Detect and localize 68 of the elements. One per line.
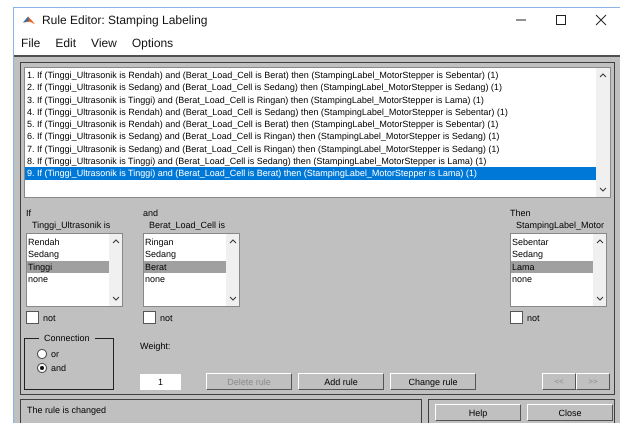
membership-list[interactable]: Sebentar Sedang Lama none bbox=[510, 233, 607, 307]
weight-field[interactable]: 1 bbox=[140, 374, 181, 390]
scroll-down-icon[interactable] bbox=[228, 296, 236, 302]
window-title: Rule Editor: Stamping Labeling bbox=[42, 12, 208, 26]
menu-item[interactable]: View bbox=[91, 36, 117, 50]
rule-item[interactable]: 3. If (Tinggi_Ultrasonik is Tinggi) and (Berat_Load_Cell is Ringan) then (StampingLabel_MotorStepper is Lama) (1) bbox=[25, 94, 596, 106]
variable-name: Berat_Load_Cell is bbox=[148, 219, 226, 231]
maximize-icon[interactable] bbox=[555, 14, 567, 26]
list-option[interactable]: Sedang bbox=[144, 248, 226, 261]
variable-keyword: Then bbox=[510, 207, 532, 219]
menu-item[interactable]: File bbox=[21, 36, 40, 50]
list-option[interactable]: Rendah bbox=[27, 236, 109, 248]
group-title: Connection bbox=[39, 333, 95, 343]
list-option[interactable]: Berat bbox=[144, 260, 226, 273]
membership-list[interactable]: Ringan Sedang Berat none bbox=[143, 233, 240, 307]
rule-item[interactable]: 6. If (Tinggi_Ultrasonik is Sedang) and (Berat_Load_Cell is Ringan) then (StampingLabel_MotorStepper is Sedang) (1) bbox=[25, 130, 596, 143]
scroll-up-icon[interactable] bbox=[228, 238, 236, 244]
radio-label: and bbox=[51, 363, 66, 373]
list-option[interactable]: Lama bbox=[511, 260, 593, 273]
radio-label: or bbox=[51, 349, 60, 359]
list-option[interactable]: Sedang bbox=[27, 248, 109, 261]
footer-button[interactable]: Help bbox=[435, 404, 521, 421]
rule-item[interactable]: 2. If (Tinggi_Ultrasonik is Sedang) and (Berat_Load_Cell is Sedang) then (StampingLabel_MotorStepper is Sedang) (1) bbox=[25, 81, 596, 94]
variable-name: StampingLabel_Motor bbox=[515, 219, 606, 231]
rule-button[interactable]: Add rule bbox=[298, 373, 384, 390]
rule-item[interactable]: 4. If (Tinggi_Ultrasonik is Rendah) and (Berat_Load_Cell is Sedang) then (StampingLabel_MotorStepper is Sebentar) (1) bbox=[25, 106, 596, 118]
rule-item[interactable]: 8. If (Tinggi_Ultrasonik is Tinggi) and (Berat_Load_Cell is Sedang) then (StampingLabel_MotorStepper is Lama) (1) bbox=[25, 155, 596, 168]
list-option[interactable]: none bbox=[511, 272, 593, 286]
membership-list[interactable]: Rendah Sedang Tinggi none bbox=[26, 233, 123, 307]
scroll-up-icon[interactable] bbox=[596, 238, 604, 244]
menu-item[interactable]: Edit bbox=[55, 36, 76, 50]
not-checkbox[interactable] bbox=[26, 311, 39, 324]
radio-button[interactable] bbox=[37, 349, 47, 359]
rule-item[interactable]: 1. If (Tinggi_Ultrasonik is Rendah) and (Berat_Load_Cell is Berat) then (StampingLabel_MotorStepper is Sebentar) (1) bbox=[25, 69, 596, 82]
scrollbar[interactable] bbox=[226, 234, 239, 306]
list-option[interactable]: Sedang bbox=[511, 248, 593, 261]
rule-button[interactable]: Change rule bbox=[390, 373, 476, 390]
radio-button[interactable] bbox=[37, 363, 47, 373]
variable-keyword: If bbox=[26, 207, 32, 219]
scroll-down-icon[interactable] bbox=[112, 296, 120, 302]
close-icon[interactable] bbox=[595, 14, 607, 26]
rule-item[interactable]: 9. If (Tinggi_Ultrasonik is Tinggi) and (Berat_Load_Cell is Berat) then (StampingLabel_MotorStepper is Lama) (1) bbox=[25, 167, 596, 180]
variable-name: Tinggi_Ultrasonik is bbox=[31, 219, 112, 231]
checkbox-label: not bbox=[527, 312, 540, 322]
list-option[interactable]: none bbox=[27, 272, 109, 286]
checkbox-label: not bbox=[43, 312, 56, 322]
list-option[interactable]: Sebentar bbox=[511, 236, 593, 248]
scroll-up-icon[interactable] bbox=[112, 238, 120, 244]
footer-button[interactable]: Close bbox=[527, 404, 613, 421]
checkbox-label: not bbox=[160, 312, 173, 322]
scroll-down-icon[interactable] bbox=[596, 296, 604, 302]
rule-item[interactable]: 5. If (Tinggi_Ultrasonik is Rendah) and (Berat_Load_Cell is Berat) then (StampingLabel_MotorStepper is Sebentar) (1) bbox=[25, 118, 596, 130]
list-option[interactable]: Tinggi bbox=[27, 260, 109, 273]
scrollbar[interactable] bbox=[109, 234, 122, 306]
rule-item[interactable]: 7. If (Tinggi_Ultrasonik is Sedang) and (Berat_Load_Cell is Ringan) then (StampingLabel_MotorStepper is Sedang) (1) bbox=[25, 142, 596, 156]
scroll-down-icon[interactable] bbox=[599, 187, 607, 193]
scrollbar[interactable] bbox=[593, 234, 606, 306]
variable-keyword: and bbox=[143, 207, 160, 219]
scroll-up-icon[interactable] bbox=[599, 72, 607, 78]
menu-item[interactable]: Options bbox=[132, 36, 174, 50]
weight-label: Weight: bbox=[140, 341, 172, 351]
scrollbar[interactable] bbox=[596, 68, 610, 197]
not-checkbox[interactable] bbox=[143, 311, 156, 324]
status-text: The rule is changed bbox=[27, 405, 106, 415]
rule-list[interactable] bbox=[24, 67, 611, 198]
list-option[interactable]: Ringan bbox=[144, 236, 226, 248]
not-checkbox[interactable] bbox=[510, 311, 523, 324]
list-option[interactable]: none bbox=[144, 272, 226, 286]
